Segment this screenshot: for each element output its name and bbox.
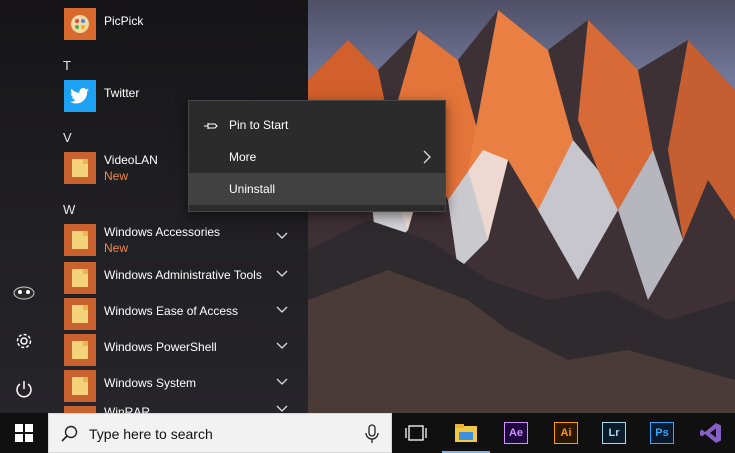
lightroom-label: Lr xyxy=(602,422,626,444)
search-box[interactable]: Type here to search xyxy=(48,413,392,453)
chevron-down-icon[interactable] xyxy=(276,232,290,244)
folder-icon xyxy=(64,152,96,184)
app-name: Twitter xyxy=(104,86,140,100)
list-item-picpick[interactable]: PicPick xyxy=(62,6,302,42)
chevron-right-icon xyxy=(423,150,433,164)
photoshop-label: Ps xyxy=(650,422,674,444)
chevron-down-icon[interactable] xyxy=(276,306,290,318)
power-icon[interactable] xyxy=(12,377,36,401)
list-item-winrar[interactable]: WinRAR xyxy=(62,404,302,413)
settings-icon[interactable] xyxy=(12,329,36,353)
task-view-icon[interactable] xyxy=(392,413,440,453)
list-item-windows-administrative-tools[interactable]: Windows Administrative Tools xyxy=(62,260,302,296)
folder-icon xyxy=(64,298,96,330)
app-name: Windows Ease of Access xyxy=(104,304,239,318)
app-name: VideoLAN xyxy=(104,153,158,167)
photoshop-icon[interactable]: Ps xyxy=(638,413,686,453)
chevron-down-icon[interactable] xyxy=(276,342,290,354)
new-badge: New xyxy=(104,241,129,255)
picpick-icon xyxy=(64,8,96,40)
search-icon xyxy=(61,425,79,448)
visual-studio-icon[interactable] xyxy=(687,413,735,453)
after-effects-label: Ae xyxy=(504,422,528,444)
app-name: Windows Administrative Tools xyxy=(104,268,262,282)
chevron-down-icon[interactable] xyxy=(276,378,290,390)
illustrator-label: Ai xyxy=(554,422,578,444)
app-name: PicPick xyxy=(104,14,144,28)
folder-icon xyxy=(64,262,96,294)
new-badge: New xyxy=(104,169,129,183)
app-name: Windows Accessories xyxy=(104,225,221,239)
group-letter-v[interactable]: V xyxy=(63,130,72,145)
twitter-icon xyxy=(64,80,96,112)
pin-to-start-menu-item[interactable]: Pin to Start xyxy=(189,109,445,141)
menu-item-label: Uninstall xyxy=(229,182,276,196)
list-item-windows-ease-of-access[interactable]: Windows Ease of Access xyxy=(62,296,302,332)
start-rail xyxy=(0,0,48,413)
app-name: Windows PowerShell xyxy=(104,340,217,354)
start-button[interactable] xyxy=(0,413,48,453)
after-effects-icon[interactable]: Ae xyxy=(492,413,540,453)
taskbar: Type here to search Ae Ai Lr Ps xyxy=(0,413,735,453)
menu-item-label: More xyxy=(229,150,257,164)
folder-icon xyxy=(64,224,96,256)
group-letter-w[interactable]: W xyxy=(63,202,75,217)
illustrator-icon[interactable]: Ai xyxy=(542,413,590,453)
group-letter-t[interactable]: T xyxy=(63,58,71,73)
folder-icon xyxy=(64,334,96,366)
menu-item-label: Pin to Start xyxy=(229,118,289,132)
search-placeholder: Type here to search xyxy=(89,426,213,442)
user-avatar-icon[interactable] xyxy=(12,280,36,304)
uninstall-menu-item[interactable]: Uninstall xyxy=(189,173,445,205)
windows-logo-icon xyxy=(15,424,33,442)
list-item-windows-accessories[interactable]: Windows Accessories New xyxy=(62,222,302,258)
context-menu: Pin to Start More Uninstall xyxy=(188,100,446,212)
chevron-down-icon[interactable] xyxy=(276,405,290,413)
file-explorer-icon[interactable] xyxy=(442,413,490,453)
app-name: WinRAR xyxy=(104,405,151,413)
list-item-windows-powershell[interactable]: Windows PowerShell xyxy=(62,332,302,368)
app-name: Windows System xyxy=(104,376,197,390)
more-menu-item[interactable]: More xyxy=(189,141,445,173)
microphone-icon[interactable] xyxy=(365,424,379,449)
chevron-down-icon[interactable] xyxy=(276,270,290,282)
list-item-windows-system[interactable]: Windows System xyxy=(62,368,302,404)
folder-icon xyxy=(64,370,96,402)
pin-icon xyxy=(203,120,219,130)
lightroom-icon[interactable]: Lr xyxy=(590,413,638,453)
folder-icon xyxy=(64,406,96,413)
